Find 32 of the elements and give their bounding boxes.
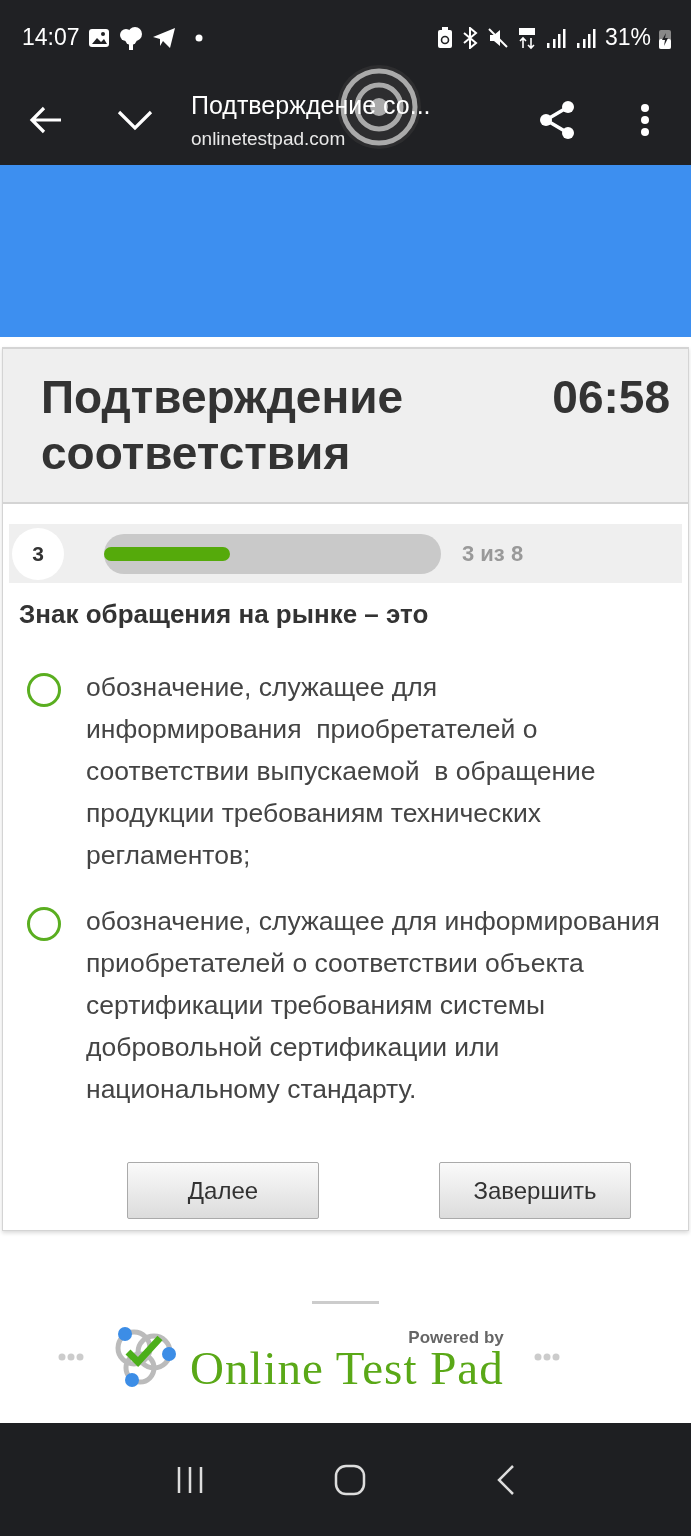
question-text: Знак обращения на рынке – это [18,598,430,630]
chevron-down-icon[interactable] [117,109,153,131]
mute-icon [486,26,509,49]
powered-by-label: Powered by [408,1328,504,1348]
next-button[interactable]: Далее [127,1162,319,1219]
page-url: onlinetestpad.com [191,127,347,150]
more-icon[interactable] [640,104,650,136]
back-arrow-icon[interactable] [29,105,63,135]
answer-option-text[interactable]: обозначение, служащее для информирования приобретателей о соответствии объекта сертификации требованиям системы добровольной сертификации или национальному стандарту. [86,900,676,1110]
answer-option-text[interactable]: обозначение, служащее для информирования приобретателей о соответствии выпускаемой в обращение продукции требованиям технических регламентов; [86,666,676,876]
dots-icon [58,1353,84,1361]
signal-icon [574,26,597,49]
radio-button[interactable] [27,673,61,707]
battery-percent: 31% [604,24,651,51]
question-number-badge: 3 [12,527,64,580]
share-icon[interactable] [538,100,576,140]
clock: 14:07 [22,24,80,51]
dots-icon [533,1353,560,1361]
battery-saver-icon [436,26,453,49]
finish-button[interactable]: Завершить [439,1162,631,1219]
image-icon [87,26,110,49]
progress-counter: 3 из 8 [462,540,524,567]
home-icon[interactable] [334,1463,367,1496]
back-icon[interactable] [496,1463,517,1496]
timer: 06:58 [552,370,670,425]
dot-icon [193,32,204,43]
radio-button[interactable] [27,907,61,941]
quiz-title: Подтверждение соответствия [41,370,405,480]
network-icon [516,25,537,50]
signal-icon [544,26,567,49]
send-icon [151,26,176,49]
tree-icon [117,25,144,50]
